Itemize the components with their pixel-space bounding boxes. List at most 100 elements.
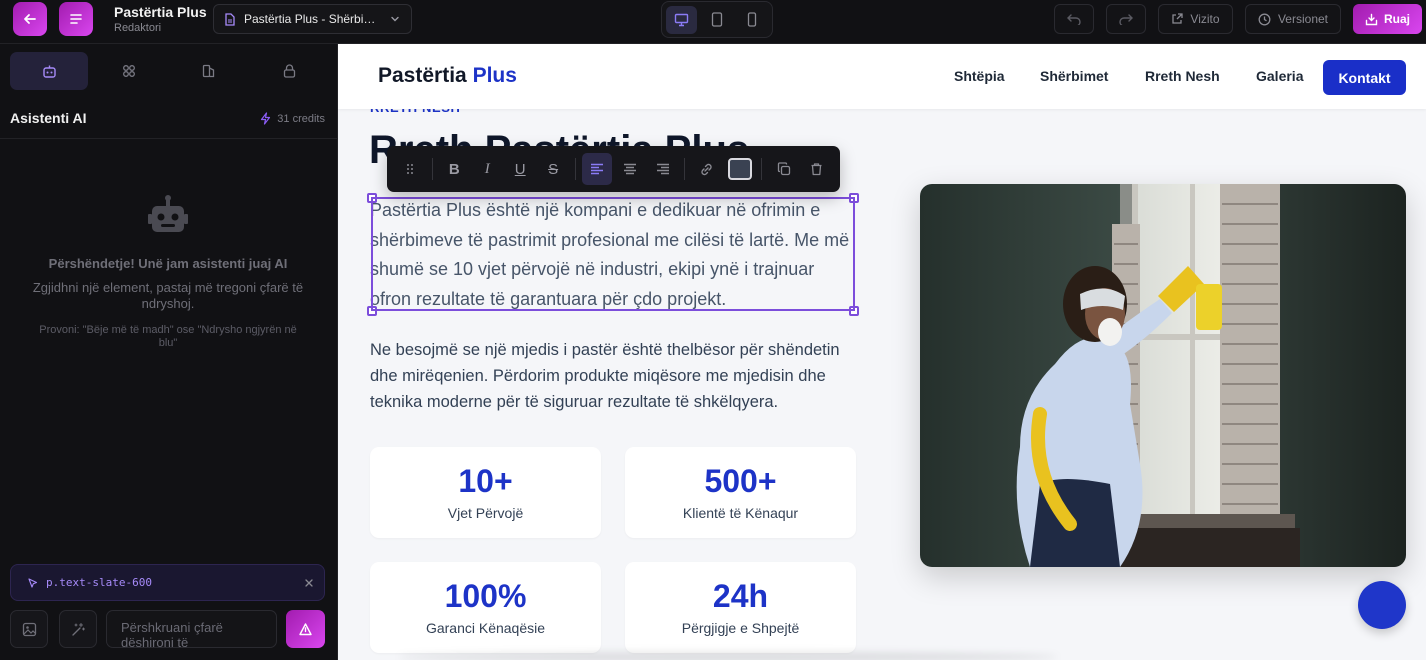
underline-icon[interactable]: U	[505, 153, 536, 185]
link-icon[interactable]	[691, 153, 722, 185]
stat-card: 10+ Vjet Përvojë	[370, 447, 601, 538]
floating-action-button[interactable]	[1358, 581, 1406, 629]
prompt-input[interactable]: Përshkruani çfarë dëshironi të	[106, 610, 277, 648]
align-left-icon[interactable]	[581, 153, 613, 185]
assistant-example: Provoni: "Bëje më të madh" ose "Ndrysho …	[39, 324, 297, 349]
send-arrow-icon	[299, 622, 312, 635]
editor-topbar: Pastërtia Plus Redaktori Pastërtia Plus …	[0, 0, 1426, 44]
selection-outline	[371, 197, 855, 311]
align-center-icon[interactable]	[614, 153, 645, 185]
stat-label: Vjet Përvojë	[447, 505, 524, 521]
phone-icon	[748, 12, 757, 27]
stat-number: 100%	[444, 578, 527, 614]
nav-link-gallery[interactable]: Galeria	[1256, 68, 1303, 84]
selected-element-chip: p.text-slate-600	[10, 564, 325, 601]
page-select-label: Pastërtia Plus - Shërbi…	[244, 12, 376, 26]
toolbar-divider	[761, 158, 763, 180]
lock-icon	[283, 64, 295, 78]
device-mobile-button[interactable]	[737, 6, 768, 34]
image-icon	[22, 622, 36, 636]
redo-button[interactable]	[1106, 4, 1146, 34]
device-tablet-button[interactable]	[701, 6, 732, 34]
italic-icon[interactable]: I	[472, 153, 503, 185]
tab-ai-assistant[interactable]	[10, 52, 88, 90]
tab-styles[interactable]	[170, 52, 248, 90]
color-swatch	[727, 158, 752, 180]
save-button[interactable]: Ruaj	[1353, 4, 1422, 34]
duplicate-icon[interactable]	[768, 153, 799, 185]
undo-button[interactable]	[1054, 4, 1094, 34]
page-select[interactable]: Pastërtia Plus - Shërbi…	[213, 4, 412, 34]
strikethrough-icon[interactable]: S	[538, 153, 569, 185]
nav-link-home[interactable]: Shtëpia	[954, 68, 1005, 84]
undo-icon	[1067, 14, 1081, 25]
tablet-icon	[711, 12, 723, 27]
sidebar-title: Asistenti AI	[10, 110, 87, 126]
tab-components[interactable]	[90, 52, 168, 90]
attach-image-button[interactable]	[10, 610, 48, 648]
site-navbar: Pastërtia Plus Shtëpia Shërbimet Rreth N…	[338, 44, 1426, 109]
robot-icon	[42, 65, 56, 78]
monitor-icon	[674, 13, 689, 26]
sidebar-tabs	[10, 52, 328, 90]
trash-icon[interactable]	[801, 153, 832, 185]
stat-number: 24h	[712, 578, 769, 614]
device-switcher	[661, 1, 773, 38]
save-tray-icon	[1365, 13, 1378, 25]
toolbar-divider	[684, 158, 686, 180]
document-icon	[225, 12, 235, 26]
text-color-button[interactable]	[724, 153, 755, 185]
save-label: Ruaj	[1383, 12, 1410, 26]
about-paragraph-secondary[interactable]: Ne besojmë se një mjedis i pastër është …	[370, 337, 870, 415]
redo-icon	[1119, 14, 1133, 25]
text-format-toolbar: B I U S	[387, 146, 840, 192]
toolbar-divider	[574, 158, 576, 180]
toolbar-divider	[431, 158, 433, 180]
visit-label: Vizito	[1190, 12, 1220, 26]
site-logo[interactable]: Pastërtia Plus	[378, 64, 517, 88]
magic-suggest-button[interactable]	[59, 610, 97, 648]
clock-icon	[1258, 13, 1271, 25]
grid-icon	[123, 65, 135, 77]
external-link-icon	[1172, 13, 1184, 24]
stat-label: Përgjigje e Shpejtë	[681, 620, 800, 636]
credits-badge: 31 credits	[260, 112, 325, 125]
selected-element-selector: p.text-slate-600	[46, 576, 152, 589]
stat-number: 10+	[458, 463, 513, 499]
robot-icon	[148, 195, 188, 232]
stat-card: 24h Përgjigje e Shpejtë	[625, 562, 856, 653]
send-prompt-button[interactable]	[286, 610, 325, 648]
nav-contact-button[interactable]: Kontakt	[1323, 60, 1406, 95]
preview-canvas: Pastërtia Plus Shtëpia Shërbimet Rreth N…	[338, 44, 1426, 660]
nav-link-services[interactable]: Shërbimet	[1040, 68, 1108, 84]
about-photo[interactable]	[920, 184, 1406, 567]
back-button[interactable]	[13, 2, 47, 36]
stat-label: Klientë të Kënaqur	[682, 505, 799, 521]
ai-sidebar: Asistenti AI 31 credits Përshëndetje! Un…	[0, 44, 338, 660]
visit-button[interactable]: Vizito	[1158, 4, 1233, 34]
cursor-pointer-icon	[28, 578, 38, 588]
versions-button[interactable]: Versionet	[1245, 4, 1341, 34]
chevron-down-icon	[391, 16, 399, 22]
project-subtitle: Redaktori	[114, 22, 162, 34]
stat-number: 500+	[704, 463, 777, 499]
brand-main: Pastërtia	[378, 64, 467, 87]
stat-card: 100% Garanci Kënaqësie	[370, 562, 601, 653]
device-desktop-button[interactable]	[666, 5, 698, 34]
assistant-greeting: Përshëndetje! Unë jam asistenti juaj AI	[48, 256, 288, 271]
align-right-icon[interactable]	[647, 153, 678, 185]
menu-lines-icon	[70, 14, 82, 24]
tab-settings[interactable]	[250, 52, 328, 90]
section-shadow	[398, 652, 1058, 660]
menu-button[interactable]	[59, 2, 93, 36]
versions-label: Versionet	[1277, 12, 1329, 26]
bold-icon[interactable]: B	[439, 153, 470, 185]
stat-label: Garanci Kënaqësie	[425, 620, 546, 636]
nav-link-about[interactable]: Rreth Nesh	[1145, 68, 1220, 84]
shapes-icon	[202, 64, 215, 78]
assistant-instructions: Zgjidhni një element, pastaj më tregoni …	[32, 280, 304, 311]
drag-handle-icon[interactable]	[395, 153, 426, 185]
close-icon[interactable]	[304, 578, 314, 588]
project-title: Pastërtia Plus	[114, 4, 207, 20]
stat-card: 500+ Klientë të Kënaqur	[625, 447, 856, 538]
